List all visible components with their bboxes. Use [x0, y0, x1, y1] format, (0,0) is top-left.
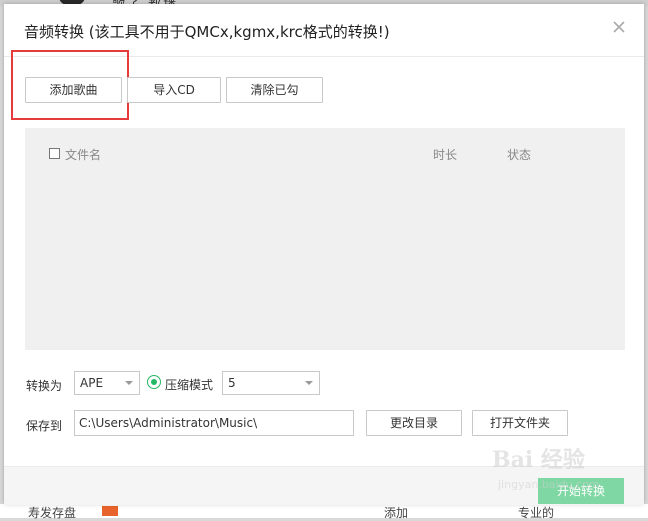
background-bottom-right-text: 专业的	[518, 506, 555, 520]
format-select[interactable]: APE	[74, 371, 140, 395]
column-header-filename[interactable]: 文件名	[65, 146, 101, 163]
change-directory-button[interactable]: 更改目录	[366, 410, 462, 436]
close-icon	[613, 21, 625, 33]
file-list-header: 文件名 时长 状态	[25, 128, 625, 168]
save-path-input[interactable]	[74, 410, 354, 436]
file-list[interactable]: 文件名 时长 状态	[25, 128, 625, 350]
background-badge	[102, 506, 118, 516]
dialog-footer: 开始转换	[4, 466, 644, 505]
column-header-duration[interactable]: 时长	[433, 146, 457, 163]
compression-mode-radio[interactable]	[147, 375, 161, 389]
close-button[interactable]	[612, 20, 626, 34]
radio-selected-dot	[151, 379, 157, 385]
add-songs-button[interactable]: 添加歌曲	[25, 77, 122, 103]
background-bottom-left-text: 寿发存盘	[28, 506, 77, 520]
import-cd-button[interactable]: 导入CD	[127, 77, 221, 103]
compression-level-value: 5	[228, 376, 236, 390]
column-header-status[interactable]: 状态	[507, 146, 531, 163]
save-to-label: 保存到	[26, 419, 63, 433]
dialog-title: 音频转换 (该工具不用于QMCx,kgmx,krc格式的转换!)	[24, 23, 390, 41]
audio-convert-dialog: 音频转换 (该工具不用于QMCx,kgmx,krc格式的转换!) 添加歌曲 导入…	[4, 4, 644, 505]
background-bottom-mid-text: 添加	[384, 506, 409, 520]
select-all-checkbox[interactable]	[49, 148, 60, 159]
compression-mode-label[interactable]: 压缩模式	[165, 376, 213, 393]
clear-checked-button[interactable]: 清除已勾	[226, 77, 323, 103]
open-folder-button[interactable]: 打开文件夹	[472, 410, 568, 436]
chevron-down-icon	[125, 381, 133, 385]
compression-level-select[interactable]: 5	[222, 371, 320, 395]
chevron-down-icon	[305, 381, 313, 385]
background-app-bottom: 寿发存盘 添加 专业的	[0, 504, 648, 520]
start-convert-button[interactable]: 开始转换	[538, 478, 624, 504]
format-select-value: APE	[80, 376, 104, 390]
convert-to-label: 转换为	[26, 379, 63, 393]
